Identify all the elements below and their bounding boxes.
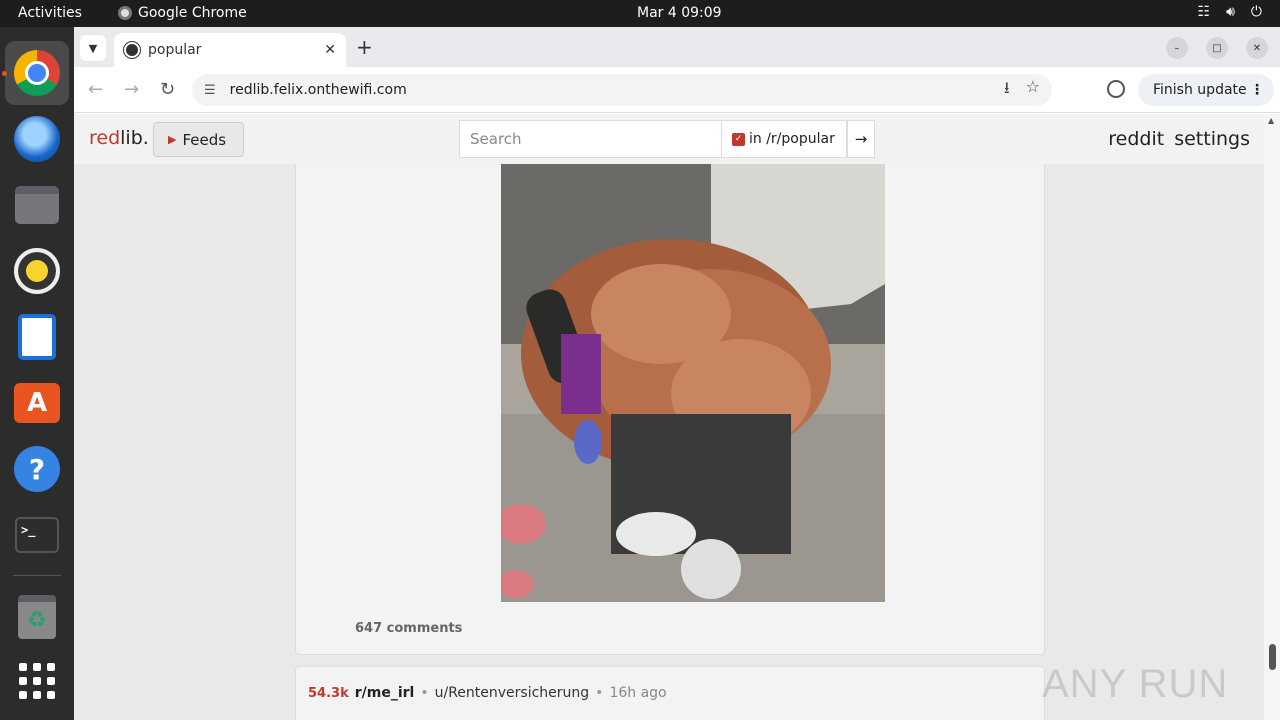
profile-icon[interactable]	[1107, 80, 1125, 98]
logo-red-part: red	[89, 127, 121, 149]
thunderbird-icon	[14, 116, 60, 162]
network-icon: ☷	[1197, 4, 1211, 20]
minimize-button[interactable]: –	[1166, 37, 1188, 59]
redlib-favicon-icon	[124, 42, 140, 58]
forward-icon[interactable]: →	[124, 79, 139, 100]
app-name: Google Chrome	[138, 5, 247, 21]
reddit-link[interactable]: reddit	[1108, 128, 1164, 150]
dock: A ? >_ ♻	[0, 27, 74, 720]
finish-update-button[interactable]: Finish update ⋮	[1138, 74, 1274, 106]
page-content: redlib. ▶ Feeds Search ✓ in /r/popular →…	[74, 114, 1264, 720]
bookmark-star-icon[interactable]: ☆	[1026, 77, 1040, 104]
separator-dot: •	[420, 685, 429, 701]
dock-rhythmbox[interactable]	[5, 239, 69, 303]
app-menu[interactable]: Google Chrome	[118, 5, 247, 21]
power-icon: ⏻	[1250, 4, 1262, 20]
install-app-icon[interactable]: ⭳	[1004, 77, 1010, 104]
tab-strip: ▼ popular ✕ + – □ ✕	[74, 27, 1280, 67]
trash-icon: ♻	[18, 595, 56, 639]
terminal-icon: >_	[15, 517, 59, 553]
app-center-icon: A	[14, 383, 60, 423]
tab-title: popular	[148, 42, 202, 58]
post-time: 16h ago	[609, 685, 667, 701]
scroll-thumb[interactable]	[1269, 644, 1276, 670]
help-icon: ?	[14, 446, 60, 492]
search-submit-button[interactable]: →	[847, 120, 875, 158]
scroll-up-icon[interactable]: ▲	[1268, 116, 1274, 125]
search-input[interactable]: Search	[459, 120, 721, 158]
anyrun-watermark: ANY RUN	[1042, 662, 1229, 706]
dock-separator	[13, 575, 61, 576]
search-placeholder: Search	[470, 130, 522, 148]
finish-update-label: Finish update	[1153, 82, 1247, 98]
settings-link[interactable]: settings	[1174, 128, 1250, 150]
page-scrollbar[interactable]: ▲	[1264, 114, 1280, 720]
separator-dot: •	[595, 685, 604, 701]
kebab-menu-icon[interactable]: ⋮	[1250, 82, 1264, 98]
post-card-next: 54.3k r/me_irl • u/Rentenversicherung • …	[295, 666, 1045, 720]
post-image[interactable]	[501, 164, 885, 602]
browser-window: ▼ popular ✕ + – □ ✕ ← → ↻ ☰ redlib.felix…	[74, 27, 1280, 720]
back-icon[interactable]: ←	[88, 79, 103, 100]
writer-icon	[18, 314, 56, 360]
triangle-right-icon: ▶	[168, 133, 177, 146]
dock-terminal[interactable]: >_	[5, 503, 69, 567]
system-top-bar: Activities Google Chrome Mar 4 09:09 ☷ 🔊…	[0, 0, 1280, 27]
nav-links: reddit settings	[1108, 128, 1250, 150]
author-link[interactable]: u/Rentenversicherung	[435, 685, 590, 701]
restrict-label: in /r/popular	[749, 131, 835, 147]
site-info-icon[interactable]: ☰	[204, 83, 216, 98]
dock-trash[interactable]: ♻	[5, 585, 69, 649]
rhythmbox-icon	[14, 248, 60, 294]
new-tab-button[interactable]: +	[356, 35, 373, 59]
chrome-mini-icon	[118, 6, 132, 20]
system-tray[interactable]: ☷ 🔊︎ ⏻	[1198, 4, 1262, 20]
subreddit-link[interactable]: r/me_irl	[355, 685, 415, 701]
feeds-label: Feeds	[182, 130, 227, 149]
show-apps-icon[interactable]	[19, 663, 55, 699]
comments-link[interactable]: 647 comments	[355, 621, 462, 636]
maximize-button[interactable]: □	[1206, 37, 1228, 59]
browser-toolbar: ← → ↻ ☰ redlib.felix.onthewifi.com ⭳ ☆ F…	[74, 67, 1280, 113]
tab-close-icon[interactable]: ✕	[324, 42, 336, 58]
dock-writer[interactable]	[5, 305, 69, 369]
clock[interactable]: Mar 4 09:09	[637, 5, 722, 21]
site-nav: redlib. ▶ Feeds Search ✓ in /r/popular →…	[74, 114, 1264, 164]
files-icon	[15, 186, 59, 224]
close-window-button[interactable]: ✕	[1246, 37, 1268, 59]
activities-button[interactable]: Activities	[18, 5, 82, 21]
restrict-sub-checkbox[interactable]: ✓ in /r/popular	[721, 120, 847, 158]
reload-icon[interactable]: ↻	[160, 79, 175, 100]
dock-chrome[interactable]	[5, 41, 69, 105]
feeds-button[interactable]: ▶ Feeds	[153, 122, 244, 157]
dock-files[interactable]	[5, 173, 69, 237]
redlib-logo[interactable]: redlib.	[89, 127, 149, 149]
dock-help[interactable]: ?	[5, 437, 69, 501]
dock-thunderbird[interactable]	[5, 107, 69, 171]
running-indicator	[2, 71, 7, 76]
post-score: 54.3k	[308, 686, 349, 701]
logo-rest-part: lib.	[120, 127, 149, 149]
tab-popular[interactable]: popular ✕	[114, 33, 346, 67]
chrome-icon	[14, 50, 60, 96]
url-text: redlib.felix.onthewifi.com	[229, 82, 407, 98]
checkbox-checked-icon[interactable]: ✓	[732, 132, 745, 146]
dock-app-center[interactable]: A	[5, 371, 69, 435]
tab-search-button[interactable]: ▼	[80, 35, 106, 61]
post-card: 647 comments	[295, 164, 1045, 655]
address-bar[interactable]: ☰ redlib.felix.onthewifi.com ⭳ ☆	[192, 74, 1052, 106]
volume-icon: 🔊︎	[1226, 4, 1235, 20]
